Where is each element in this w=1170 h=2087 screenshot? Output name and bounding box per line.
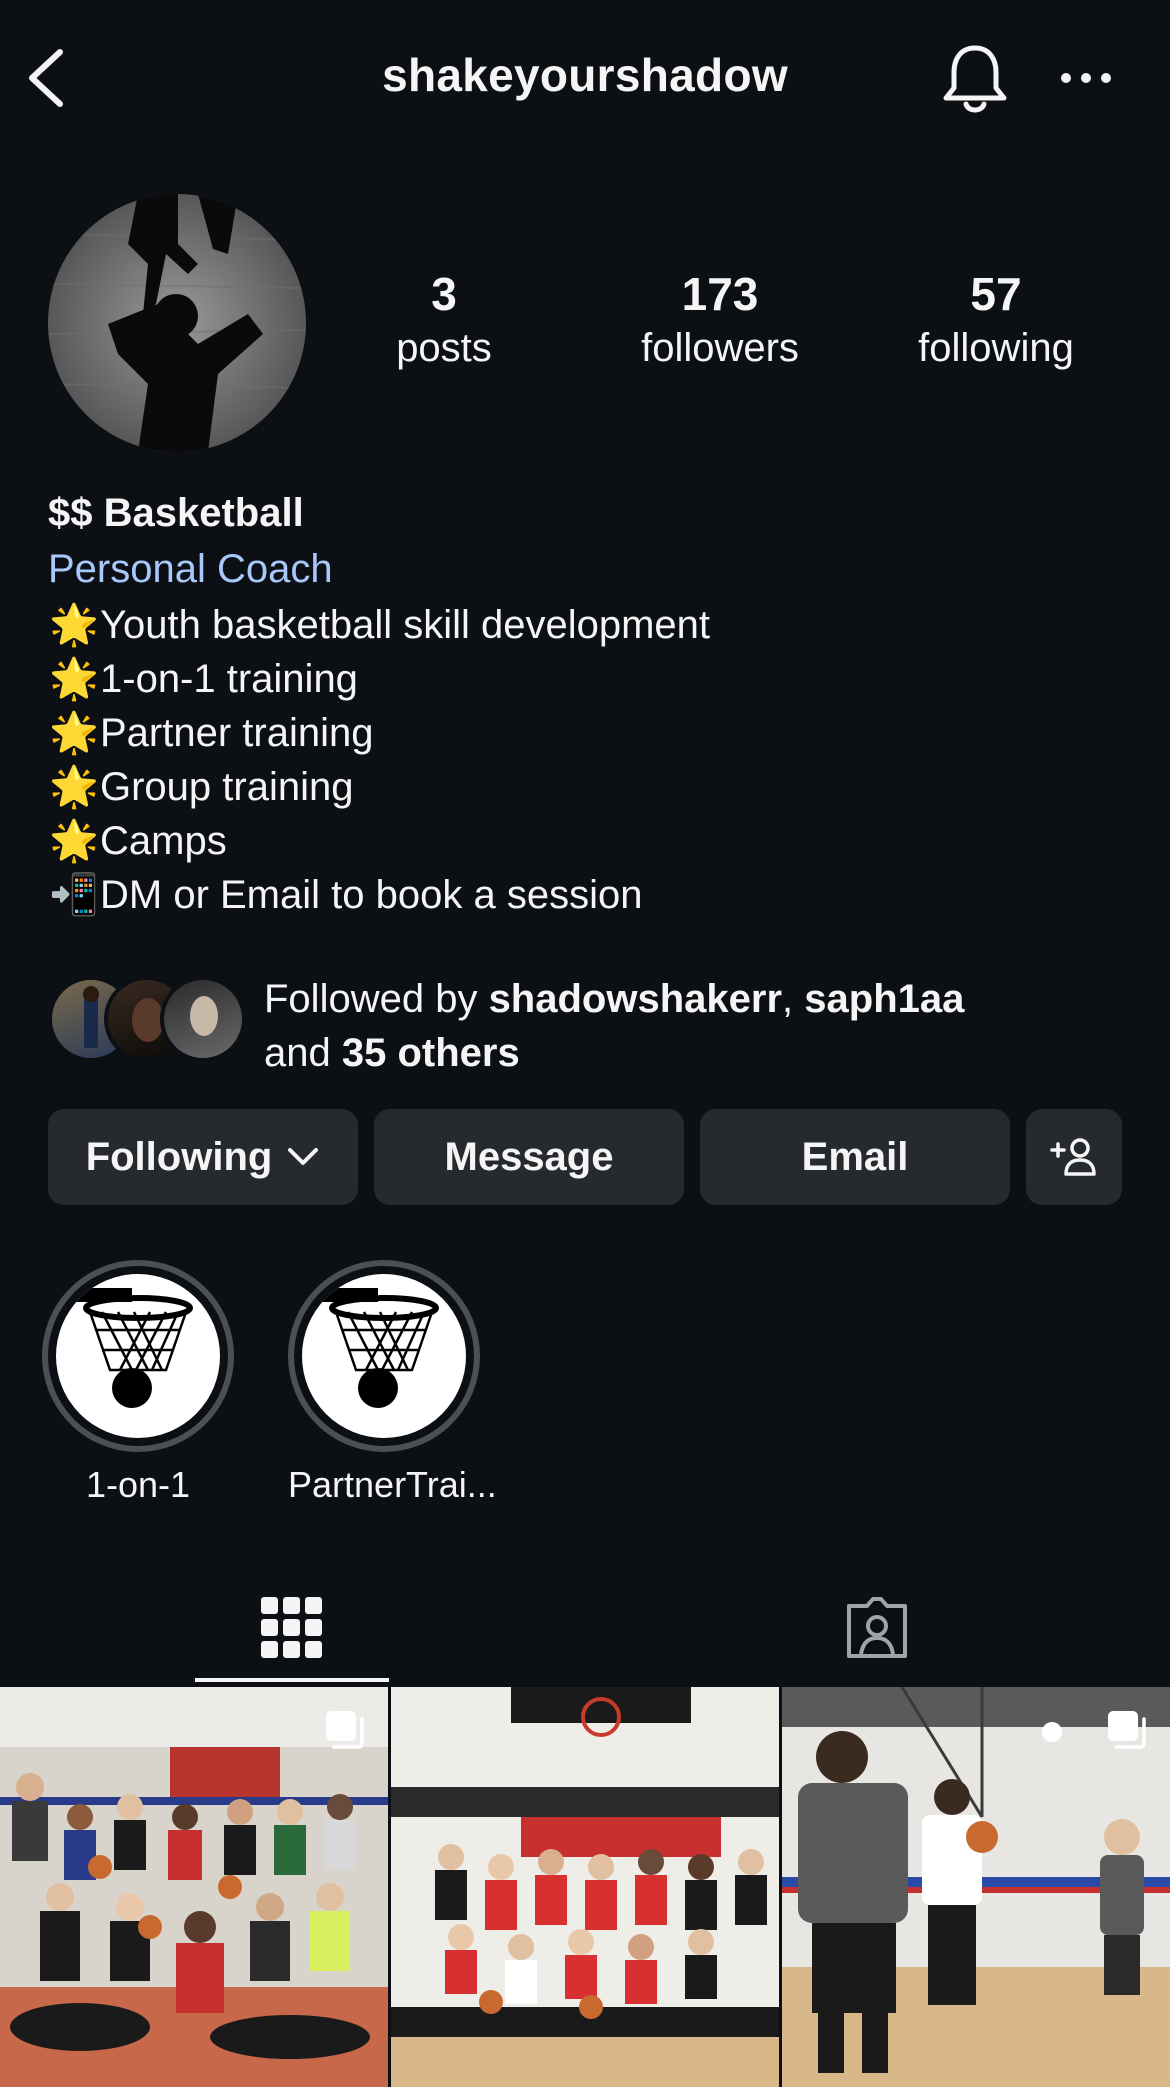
posts-count-label: posts bbox=[396, 326, 492, 370]
chevron-down-icon bbox=[288, 1148, 319, 1165]
bio-line: 🌟1-on-1 training bbox=[48, 652, 1128, 706]
ellipsis-icon bbox=[1061, 73, 1111, 83]
highlight-cover bbox=[56, 1274, 220, 1438]
message-button-label: Message bbox=[444, 1134, 614, 1179]
highlight-label: 1-on-1 bbox=[85, 1464, 191, 1505]
suggested-accounts-button[interactable] bbox=[1026, 1109, 1122, 1205]
mutual-followers-avatars bbox=[48, 976, 248, 1062]
message-button[interactable]: Message bbox=[374, 1109, 684, 1205]
phone-emoji-icon: 📲 bbox=[49, 873, 99, 917]
star-emoji-icon: 🌟 bbox=[49, 603, 99, 647]
star-emoji-icon: 🌟 bbox=[49, 819, 99, 863]
highlight-partner-training[interactable]: PartnerTrai... bbox=[288, 1260, 497, 1506]
email-button-label: Email bbox=[801, 1134, 909, 1179]
posts-count[interactable]: 3 posts bbox=[334, 266, 554, 374]
post-thumbnail[interactable] bbox=[391, 1687, 779, 2087]
bio-line: 🌟Group training bbox=[48, 760, 1128, 814]
profile-header: shakeyourshadow bbox=[0, 0, 1170, 156]
bio-line-text: Camps bbox=[100, 819, 227, 863]
highlight-ring bbox=[288, 1260, 480, 1452]
followed-by-text: Followed by shadowshakerr, saph1aa and 3… bbox=[264, 972, 964, 1080]
bio-line: 🌟Youth basketball skill development bbox=[48, 598, 1128, 652]
mutual-follower-link[interactable]: saph1aa bbox=[804, 977, 964, 1021]
bio-line-text: DM or Email to book a session bbox=[100, 873, 643, 917]
highlight-1-on-1[interactable]: 1-on-1 bbox=[42, 1260, 234, 1506]
bio-line-text: Group training bbox=[100, 765, 354, 809]
grid-icon bbox=[261, 1597, 322, 1658]
notifications-button[interactable] bbox=[940, 40, 1010, 116]
avatar bbox=[160, 976, 246, 1062]
following-button[interactable]: Following bbox=[48, 1109, 358, 1205]
following-count[interactable]: 57 following bbox=[886, 266, 1106, 374]
highlight-cover bbox=[302, 1274, 466, 1438]
basketball-hoop-icon bbox=[308, 1288, 439, 1408]
bio-line-text: 1-on-1 training bbox=[100, 657, 358, 701]
profile-display-name: $$ Basketball bbox=[48, 491, 304, 535]
carousel-icon bbox=[1108, 1711, 1146, 1749]
bio-line: 📲DM or Email to book a session bbox=[48, 868, 1128, 922]
followed-by-prefix: Followed by bbox=[264, 977, 489, 1021]
others-count-link[interactable]: 35 others bbox=[342, 1031, 520, 1075]
bell-icon bbox=[943, 45, 1007, 113]
tab-tagged[interactable] bbox=[780, 1570, 974, 1686]
active-tab-indicator bbox=[195, 1678, 389, 1682]
star-emoji-icon: 🌟 bbox=[49, 711, 99, 755]
separator: , bbox=[782, 977, 805, 1021]
star-emoji-icon: 🌟 bbox=[49, 657, 99, 701]
bio-line-text: Youth basketball skill development bbox=[100, 603, 711, 647]
mutual-follower-link[interactable]: shadowshakerr bbox=[489, 977, 782, 1021]
tab-posts-grid[interactable] bbox=[195, 1570, 389, 1686]
email-button[interactable]: Email bbox=[700, 1109, 1010, 1205]
highlight-label: PartnerTrai... bbox=[288, 1464, 497, 1505]
bio-line-text: Partner training bbox=[100, 711, 374, 755]
post-thumbnail[interactable] bbox=[0, 1687, 388, 2087]
profile-bio: $$ Basketball Personal Coach 🌟Youth bask… bbox=[48, 486, 1128, 922]
basketball-hoop-icon bbox=[62, 1288, 193, 1408]
following-count-value: 57 bbox=[970, 268, 1022, 320]
more-options-button[interactable] bbox=[1056, 60, 1116, 96]
posts-count-value: 3 bbox=[431, 268, 457, 320]
add-person-icon bbox=[1050, 1138, 1096, 1176]
profile-avatar[interactable] bbox=[48, 194, 306, 452]
followed-by-and: and bbox=[264, 1031, 342, 1075]
bio-line: 🌟Partner training bbox=[48, 706, 1128, 760]
followers-count-value: 173 bbox=[681, 268, 759, 320]
following-button-label: Following bbox=[85, 1134, 273, 1179]
star-emoji-icon: 🌟 bbox=[49, 765, 99, 809]
profile-category[interactable]: Personal Coach bbox=[48, 540, 1128, 598]
followers-count[interactable]: 173 followers bbox=[610, 266, 830, 374]
following-count-label: following bbox=[918, 326, 1074, 370]
highlight-ring bbox=[42, 1260, 234, 1452]
tagged-person-icon bbox=[847, 1597, 907, 1658]
followed-by[interactable]: Followed by shadowshakerr, saph1aa and 3… bbox=[48, 972, 1148, 1075]
post-image bbox=[391, 1687, 779, 2087]
carousel-icon bbox=[326, 1711, 364, 1749]
followers-count-label: followers bbox=[641, 326, 799, 370]
post-thumbnail[interactable] bbox=[782, 1687, 1170, 2087]
avatar-image bbox=[48, 194, 306, 452]
bio-line: 🌟Camps bbox=[48, 814, 1128, 868]
